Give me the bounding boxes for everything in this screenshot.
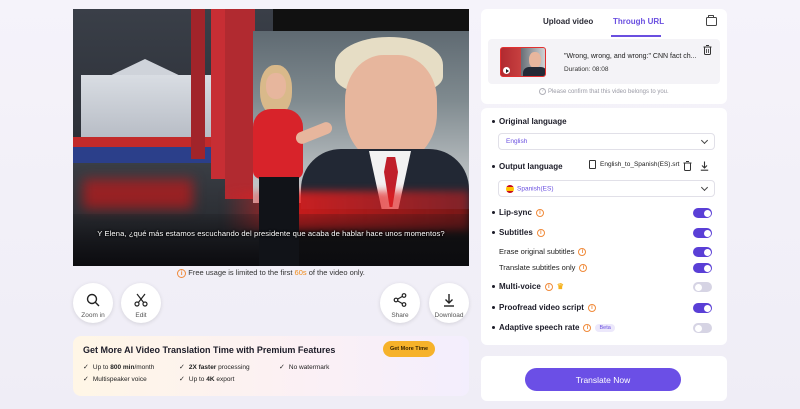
feature-watermark: ✓ No watermark — [279, 364, 330, 371]
feature-4k: ✓ Up to 4K export — [179, 376, 235, 383]
subtitles-label: Subtitles i — [492, 228, 545, 237]
video-title: "Wrong, wrong, and wrong:" CNN fact ch..… — [564, 53, 697, 60]
zoom-in-icon — [86, 293, 100, 307]
free-seconds: 60s — [294, 268, 307, 277]
check-icon: ✓ — [179, 376, 185, 383]
output-language-select[interactable]: Spanish(ES) — [498, 180, 715, 197]
source-tabs: Upload video Through URL — [481, 17, 727, 37]
info-icon[interactable]: i — [544, 282, 553, 291]
multi-voice-toggle[interactable] — [693, 282, 712, 292]
scissors-icon — [134, 293, 148, 307]
active-tab-indicator — [611, 35, 661, 37]
beta-badge: Beta — [595, 323, 615, 332]
download-label: Download — [434, 312, 464, 319]
chevron-down-icon — [700, 136, 709, 145]
folder-icon[interactable] — [706, 15, 717, 26]
chevron-down-icon — [700, 183, 709, 192]
info-icon[interactable]: i — [583, 323, 592, 332]
get-more-time-button[interactable]: Get More Time — [383, 341, 435, 357]
download-button[interactable]: Download — [429, 283, 469, 323]
spain-flag-icon — [506, 185, 514, 193]
info-icon: i — [177, 268, 187, 278]
ownership-confirm-note: ? Please confirm that this video belongs… — [481, 88, 727, 95]
proofread-toggle[interactable] — [693, 303, 712, 313]
share-button[interactable]: Share — [380, 283, 420, 323]
edit-button[interactable]: Edit — [121, 283, 161, 323]
translate-now-button[interactable]: Translate Now — [525, 368, 681, 391]
srt-file: English_to_Spanish(ES).srt — [589, 160, 680, 169]
erase-subtitles-toggle[interactable] — [693, 247, 712, 257]
play-icon — [503, 67, 510, 74]
video-thumbnail — [500, 47, 546, 77]
video-duration: Duration: 08:08 — [564, 66, 609, 73]
video-frame — [73, 9, 469, 266]
download-icon[interactable] — [700, 161, 709, 171]
adaptive-rate-label: Adaptive speech rate i Beta — [492, 323, 615, 332]
feature-speed: ✓ 2X faster processing — [179, 364, 250, 371]
edit-label: Edit — [135, 312, 147, 319]
share-icon — [393, 293, 407, 307]
crown-icon: ♛ — [556, 282, 564, 292]
subtitles-toggle[interactable] — [693, 228, 712, 238]
premium-promo-banner: Get More AI Video Translation Time with … — [73, 336, 469, 396]
multi-voice-label: Multi-voice i ♛ — [492, 282, 564, 292]
tab-upload-video[interactable]: Upload video — [543, 17, 593, 26]
lip-sync-label: Lip-sync i — [492, 208, 544, 217]
lip-sync-toggle[interactable] — [693, 208, 712, 218]
translation-settings-panel: Original language English Output languag… — [481, 108, 727, 345]
check-icon: ✓ — [179, 364, 185, 371]
info-icon[interactable]: i — [587, 303, 596, 312]
translate-subtitles-label: Translate subtitles only i — [499, 263, 588, 273]
trash-icon[interactable] — [703, 45, 712, 55]
tab-through-url[interactable]: Through URL — [613, 17, 664, 26]
action-panel: Translate Now — [481, 356, 727, 401]
zoom-in-label: Zoom in — [81, 312, 105, 319]
original-language-select[interactable]: English — [498, 133, 715, 150]
check-icon: ✓ — [83, 364, 89, 371]
info-icon[interactable]: i — [578, 248, 587, 257]
video-player[interactable]: Y Elena, ¿qué más estamos escuchando del… — [73, 9, 469, 266]
trash-icon[interactable] — [683, 161, 692, 171]
check-icon: ✓ — [279, 364, 285, 371]
info-icon[interactable]: i — [536, 228, 545, 237]
feature-minutes: ✓ Up to 800 min/month — [83, 364, 155, 371]
source-panel: Upload video Through URL "Wrong, wrong, … — [481, 9, 727, 104]
check-icon: ✓ — [83, 376, 89, 383]
document-icon — [589, 160, 596, 169]
share-label: Share — [391, 312, 409, 319]
output-language-label: Output language — [492, 162, 563, 171]
video-subtitle: Y Elena, ¿qué más estamos escuchando del… — [97, 229, 445, 238]
download-icon — [444, 294, 454, 307]
zoom-in-button[interactable]: Zoom in — [73, 283, 113, 323]
feature-multispeaker: ✓ Multispeaker voice — [83, 376, 147, 383]
info-icon[interactable]: i — [579, 264, 588, 273]
original-language-label: Original language — [492, 117, 567, 126]
translate-subtitles-toggle[interactable] — [693, 263, 712, 273]
help-icon: ? — [539, 88, 547, 95]
proofread-label: Proofread video script i — [492, 303, 596, 312]
free-usage-note: i Free usage is limited to the first 60s… — [73, 268, 469, 278]
selected-video-card: "Wrong, wrong, and wrong:" CNN fact ch..… — [488, 39, 720, 84]
info-icon[interactable]: i — [535, 208, 544, 217]
adaptive-rate-toggle[interactable] — [693, 323, 712, 333]
erase-subtitles-label: Erase original subtitles i — [499, 247, 587, 257]
